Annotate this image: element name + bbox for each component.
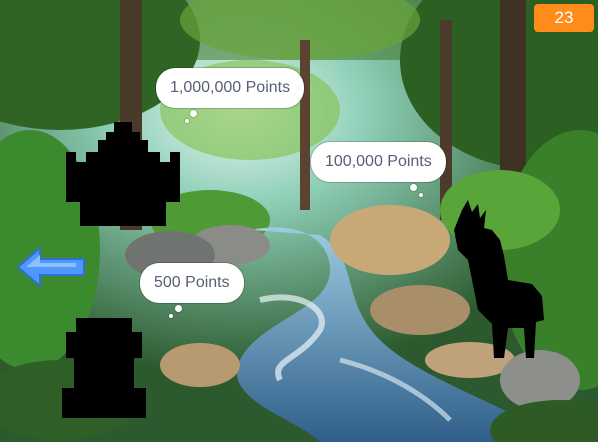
- bubble-label: 100,000 Points: [325, 153, 432, 170]
- bubble-tail-dot: [185, 119, 189, 123]
- bubble-tail-dot: [410, 184, 417, 191]
- points-bubble-right: 100,000 Points: [311, 142, 446, 182]
- bubble-tail-dot: [169, 314, 173, 318]
- bubble-tail-dot: [419, 193, 423, 197]
- bubble-tail-dot: [175, 305, 182, 312]
- castle-silhouette[interactable]: [66, 122, 180, 226]
- points-bubble-left: 500 Points: [140, 263, 244, 303]
- score-display: 23: [534, 4, 594, 32]
- deer-silhouette[interactable]: [448, 200, 544, 358]
- points-bubble-top: 1,000,000 Points: [156, 68, 305, 108]
- bubble-label: 500 Points: [154, 274, 230, 291]
- tower-silhouette[interactable]: [56, 318, 152, 418]
- score-value: 23: [554, 8, 574, 27]
- game-stage: 1,000,000 Points 100,000 Points 500 Poin…: [0, 0, 598, 442]
- bubble-tail-dot: [190, 110, 197, 117]
- bubble-label: 1,000,000 Points: [170, 79, 291, 96]
- left-arrow-icon[interactable]: [16, 246, 86, 288]
